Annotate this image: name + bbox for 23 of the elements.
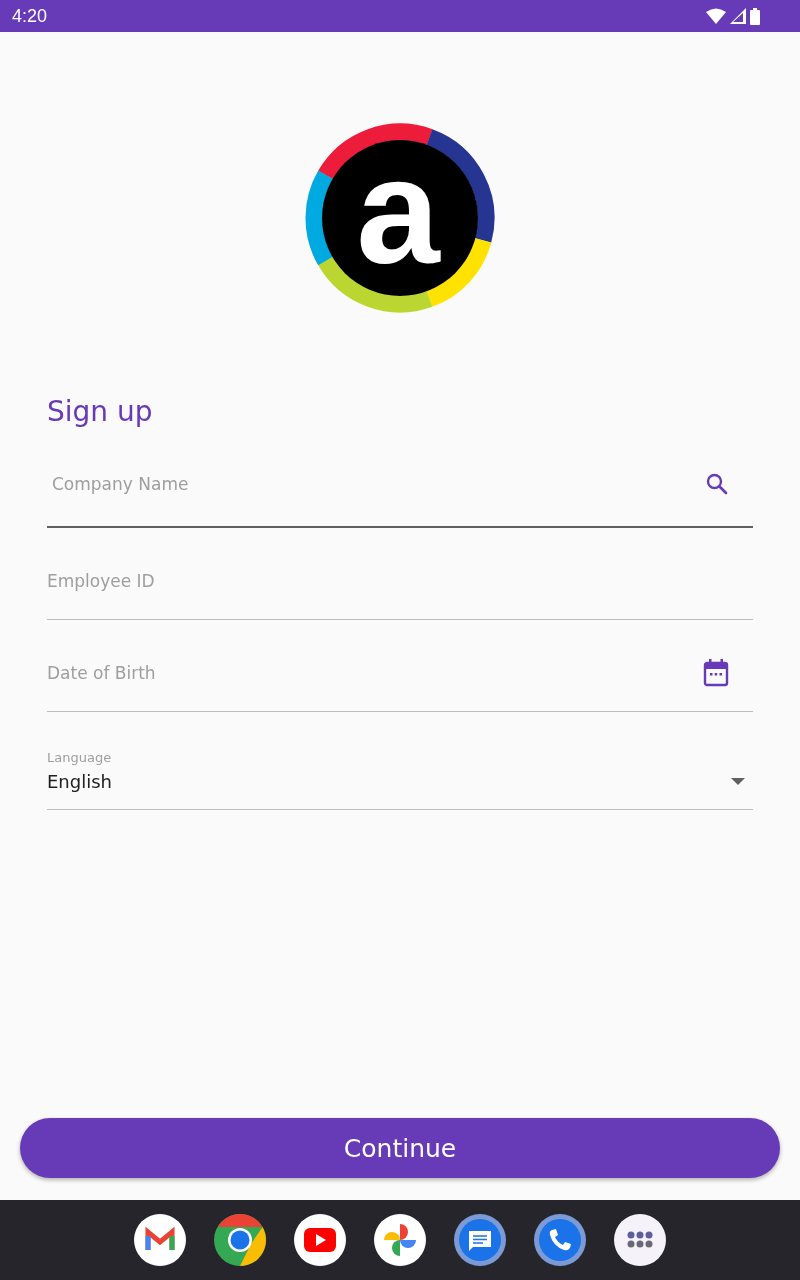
form-title: Sign up <box>47 395 154 428</box>
browser-icon[interactable] <box>214 1214 266 1266</box>
mail-icon[interactable] <box>134 1214 186 1266</box>
input-field[interactable]: Employee ID <box>47 570 753 591</box>
language-dropdown[interactable]: Language English <box>47 712 753 810</box>
battery-icon <box>750 7 760 25</box>
field-label: Language <box>47 749 113 765</box>
wifi-icon <box>706 8 726 24</box>
signal-icon <box>730 8 746 24</box>
input-field[interactable]: Company Name <box>47 474 705 494</box>
phone-icon[interactable] <box>534 1214 586 1266</box>
continue-button[interactable]: Continue <box>20 1118 780 1178</box>
app-grid-icon[interactable] <box>614 1214 666 1266</box>
field-value: English <box>47 770 112 792</box>
logo: a <box>305 123 495 313</box>
video-play-icon[interactable] <box>294 1214 346 1266</box>
status-time: 4:20 <box>12 5 48 27</box>
message-icon[interactable] <box>454 1214 506 1266</box>
dropdown-arrow-icon <box>731 777 745 785</box>
search-icon[interactable] <box>705 472 729 496</box>
input-field[interactable]: Date of Birth <box>47 662 703 683</box>
pinwheel-icon[interactable] <box>374 1214 426 1266</box>
calendar-icon[interactable] <box>703 658 729 687</box>
